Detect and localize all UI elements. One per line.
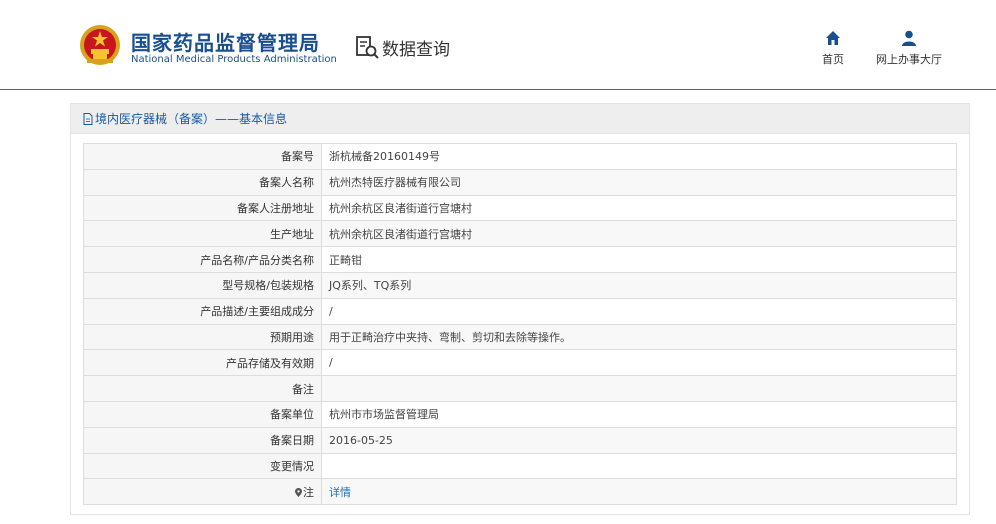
field-value: 正畸钳 (321, 246, 957, 273)
table-row: 备案人注册地址 杭州余杭区良渚街道行宫塘村 (83, 194, 957, 222)
field-value (321, 375, 957, 402)
detail-panel: 境内医疗器械（备案）——基本信息 备案号 浙杭械备20160149号 备案人名称杭… (70, 103, 970, 515)
field-label: 产品名称/产品分类名称 (83, 246, 322, 273)
table-row: 型号规格/包装规格 JQ系列、TQ系列 (83, 271, 957, 299)
field-value: 详情 (321, 478, 957, 506)
national-emblem-icon (80, 25, 120, 65)
field-label: 产品存储及有效期 (83, 349, 322, 377)
field-value: 浙杭械备20160149号 (321, 143, 957, 170)
nav-home[interactable]: 首页 (815, 30, 851, 67)
field-value: 2016-05-25 (321, 426, 957, 454)
field-label-note: 注 (83, 478, 322, 506)
field-value: JQ系列、TQ系列 (321, 271, 957, 299)
field-value: 杭州市市场监督管理局 (321, 400, 957, 428)
field-label: 备注 (83, 375, 322, 402)
field-label: 备案人名称 (83, 168, 322, 196)
table-row: 预期用途 用于正畸治疗中夹持、弯制、剪切和去除等操作。 (83, 323, 957, 351)
table-row: 注 详情 (83, 478, 957, 506)
table-row: 产品名称/产品分类名称 正畸钳 (83, 246, 957, 273)
home-icon (826, 31, 840, 45)
field-label: 产品描述/主要组成成分 (83, 297, 322, 325)
field-value: / (321, 349, 957, 377)
user-icon (902, 30, 916, 46)
data-query-icon (356, 35, 379, 59)
field-value: 用于正畸治疗中夹持、弯制、剪切和去除等操作。 (321, 323, 957, 351)
field-label: 生产地址 (83, 220, 322, 248)
info-table: 备案号 浙杭械备20160149号 备案人名称 杭州杰特医疗器械有限公司 备案人注册… (83, 143, 957, 506)
field-label: 备案号 (83, 143, 322, 170)
table-row: 备案单位 杭州市市场监督管理局 (83, 400, 957, 428)
nav-home-label: 首页 (822, 53, 844, 66)
field-label: 预期用途 (83, 323, 322, 351)
site-header: 国家药品监督管理局 National Medical Products Admi… (0, 0, 996, 90)
note-label-text: 注 (303, 485, 314, 499)
table-row: 备案号 浙杭械备20160149号 (83, 143, 957, 170)
site-title: 国家药品监督管理局 (131, 31, 320, 55)
table-row: 备案日期 2016-05-25 (83, 426, 957, 454)
field-label: 备案日期 (83, 426, 322, 454)
nav-online-hall-label: 网上办事大厅 (876, 53, 942, 66)
field-value: 杭州余杭区良渚街道行宫塘村 (321, 194, 957, 222)
table-row: 产品存储及有效期 / (83, 349, 957, 377)
site-title-english: National Medical Products Administration (131, 54, 337, 65)
field-label: 备案人注册地址 (83, 194, 322, 222)
table-row: 备注 (83, 375, 957, 402)
field-label: 备案单位 (83, 400, 322, 428)
details-link[interactable]: 详情 (329, 486, 351, 499)
table-row: 变更情况 (83, 452, 957, 480)
data-query-label: 数据查询 (382, 39, 450, 60)
nav-online-hall[interactable]: 网上办事大厅 (872, 30, 946, 67)
field-value: / (321, 297, 957, 325)
panel-header: 境内医疗器械（备案）——基本信息 (71, 104, 969, 134)
field-label: 型号规格/包装规格 (83, 271, 322, 299)
field-value (321, 452, 957, 480)
panel-title: 境内医疗器械（备案）——基本信息 (95, 112, 288, 126)
field-value: 杭州余杭区良渚街道行宫塘村 (321, 220, 957, 248)
table-row: 生产地址 杭州余杭区良渚街道行宫塘村 (83, 220, 957, 248)
field-value: 杭州杰特医疗器械有限公司 (321, 168, 957, 196)
location-pin-icon (295, 487, 302, 497)
table-row: 备案人名称 杭州杰特医疗器械有限公司 (83, 168, 957, 196)
table-row: 产品描述/主要组成成分 / (83, 297, 957, 325)
field-label: 变更情况 (83, 452, 322, 480)
data-query-link[interactable]: 数据查询 (355, 34, 450, 60)
document-icon (83, 112, 93, 125)
